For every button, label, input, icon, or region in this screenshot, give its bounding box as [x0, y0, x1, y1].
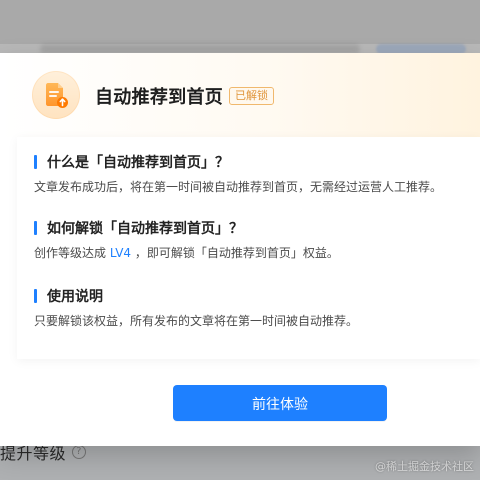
help-icon: ? — [72, 445, 87, 459]
section-title-text: 如何解锁「自动推荐到首页」？ — [47, 221, 243, 237]
section-accent-bar — [34, 221, 37, 235]
watermark: @稀土掘金技术社区 — [375, 460, 474, 473]
modal-header: 自动推荐到首页 已解锁 — [0, 53, 480, 137]
section-accent-bar — [34, 155, 37, 169]
section-title-text: 什么是「自动推荐到首页」？ — [47, 155, 229, 171]
document-up-arrow-icon — [32, 71, 80, 119]
modal-title: 自动推荐到首页 — [95, 87, 224, 108]
section-title: 使用说明 — [34, 287, 466, 305]
section-usage: 使用说明 只要解锁该权益，所有发布的文章将在第一时间被自动推荐。 — [34, 287, 466, 330]
section-description: 只要解锁该权益，所有发布的文章将在第一时间被自动推荐。 — [34, 314, 359, 328]
section-accent-bar — [34, 289, 37, 303]
section-what: 什么是「自动推荐到首页」？ 文章发布成功后，将在第一时间被自动推荐到首页，无需经… — [34, 153, 466, 196]
go-experience-button[interactable]: 前往体验 — [173, 385, 387, 421]
section-title: 如何解锁「自动推荐到首页」？ — [34, 219, 466, 237]
section-description-suffix: ，即可解锁「自动推荐到首页」权益。 — [134, 246, 339, 260]
background-top-strip — [0, 0, 480, 44]
section-title-text: 使用说明 — [47, 289, 103, 305]
section-title: 什么是「自动推荐到首页」？ — [34, 153, 466, 171]
section-description: 创作等级达成 LV4 ，即可解锁「自动推荐到首页」权益。 — [34, 244, 466, 262]
status-badge: 已解锁 — [229, 87, 274, 105]
section-description: 文章发布成功后，将在第一时间被自动推荐到首页，无需经过运营人工推荐。 — [34, 180, 443, 194]
content-card: 什么是「自动推荐到首页」？ 文章发布成功后，将在第一时间被自动推荐到首页，无需经… — [17, 137, 480, 359]
section-how-to-unlock: 如何解锁「自动推荐到首页」？ 创作等级达成 LV4 ，即可解锁「自动推荐到首页」… — [34, 219, 466, 262]
section-description-prefix: 创作等级达成 — [34, 246, 110, 260]
modal-dialog: 自动推荐到首页 已解锁 什么是「自动推荐到首页」？ 文章发布成功后，将在第一时间… — [0, 53, 480, 446]
level-text: LV4 — [109, 246, 132, 260]
